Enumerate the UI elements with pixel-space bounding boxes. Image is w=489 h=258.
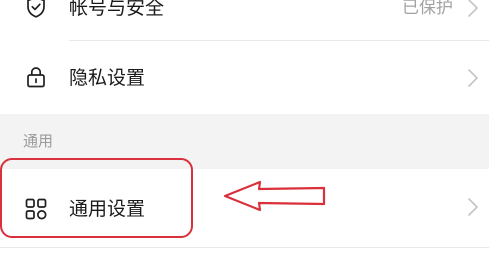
chevron-right-icon	[467, 68, 479, 88]
settings-item-label: 通用设置	[69, 198, 146, 220]
lock-icon	[24, 65, 48, 89]
settings-item-general[interactable]: 通用设置	[0, 169, 489, 247]
shield-check-icon	[24, 0, 48, 19]
chevron-right-icon	[467, 0, 479, 18]
settings-item-account-security[interactable]: 帐号与安全 已保护	[0, 0, 489, 38]
settings-item-privacy[interactable]: 隐私设置	[0, 41, 489, 114]
section-header-general: 通用	[0, 114, 489, 169]
grid-icon	[24, 197, 48, 221]
status-text: 已保护	[402, 0, 453, 18]
settings-item-label: 帐号与安全	[69, 0, 165, 19]
settings-item-label: 隐私设置	[69, 67, 146, 89]
chevron-right-icon	[467, 197, 479, 217]
section-title: 通用	[23, 132, 54, 150]
divider	[0, 247, 489, 248]
